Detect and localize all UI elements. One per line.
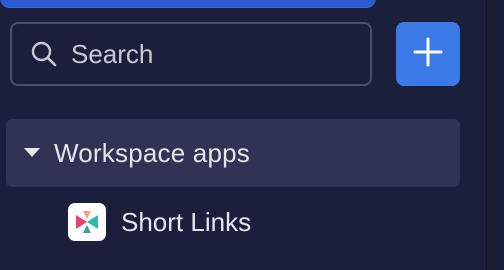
search-box[interactable] bbox=[10, 22, 372, 86]
top-active-bar[interactable] bbox=[0, 0, 376, 8]
search-input[interactable] bbox=[71, 38, 351, 70]
sidebar: Workspace apps Short Links bbox=[0, 0, 486, 270]
workspace-apps-section-toggle[interactable]: Workspace apps bbox=[6, 119, 460, 187]
content-edge bbox=[486, 0, 504, 270]
search-icon bbox=[29, 39, 59, 69]
app-item-short-links[interactable]: Short Links bbox=[52, 196, 460, 248]
app-label: Short Links bbox=[121, 206, 252, 237]
short-links-logo-icon bbox=[68, 203, 106, 241]
add-button[interactable] bbox=[396, 22, 460, 86]
plus-icon bbox=[413, 37, 443, 72]
section-label: Workspace apps bbox=[54, 137, 250, 168]
caret-down-icon bbox=[24, 145, 40, 161]
